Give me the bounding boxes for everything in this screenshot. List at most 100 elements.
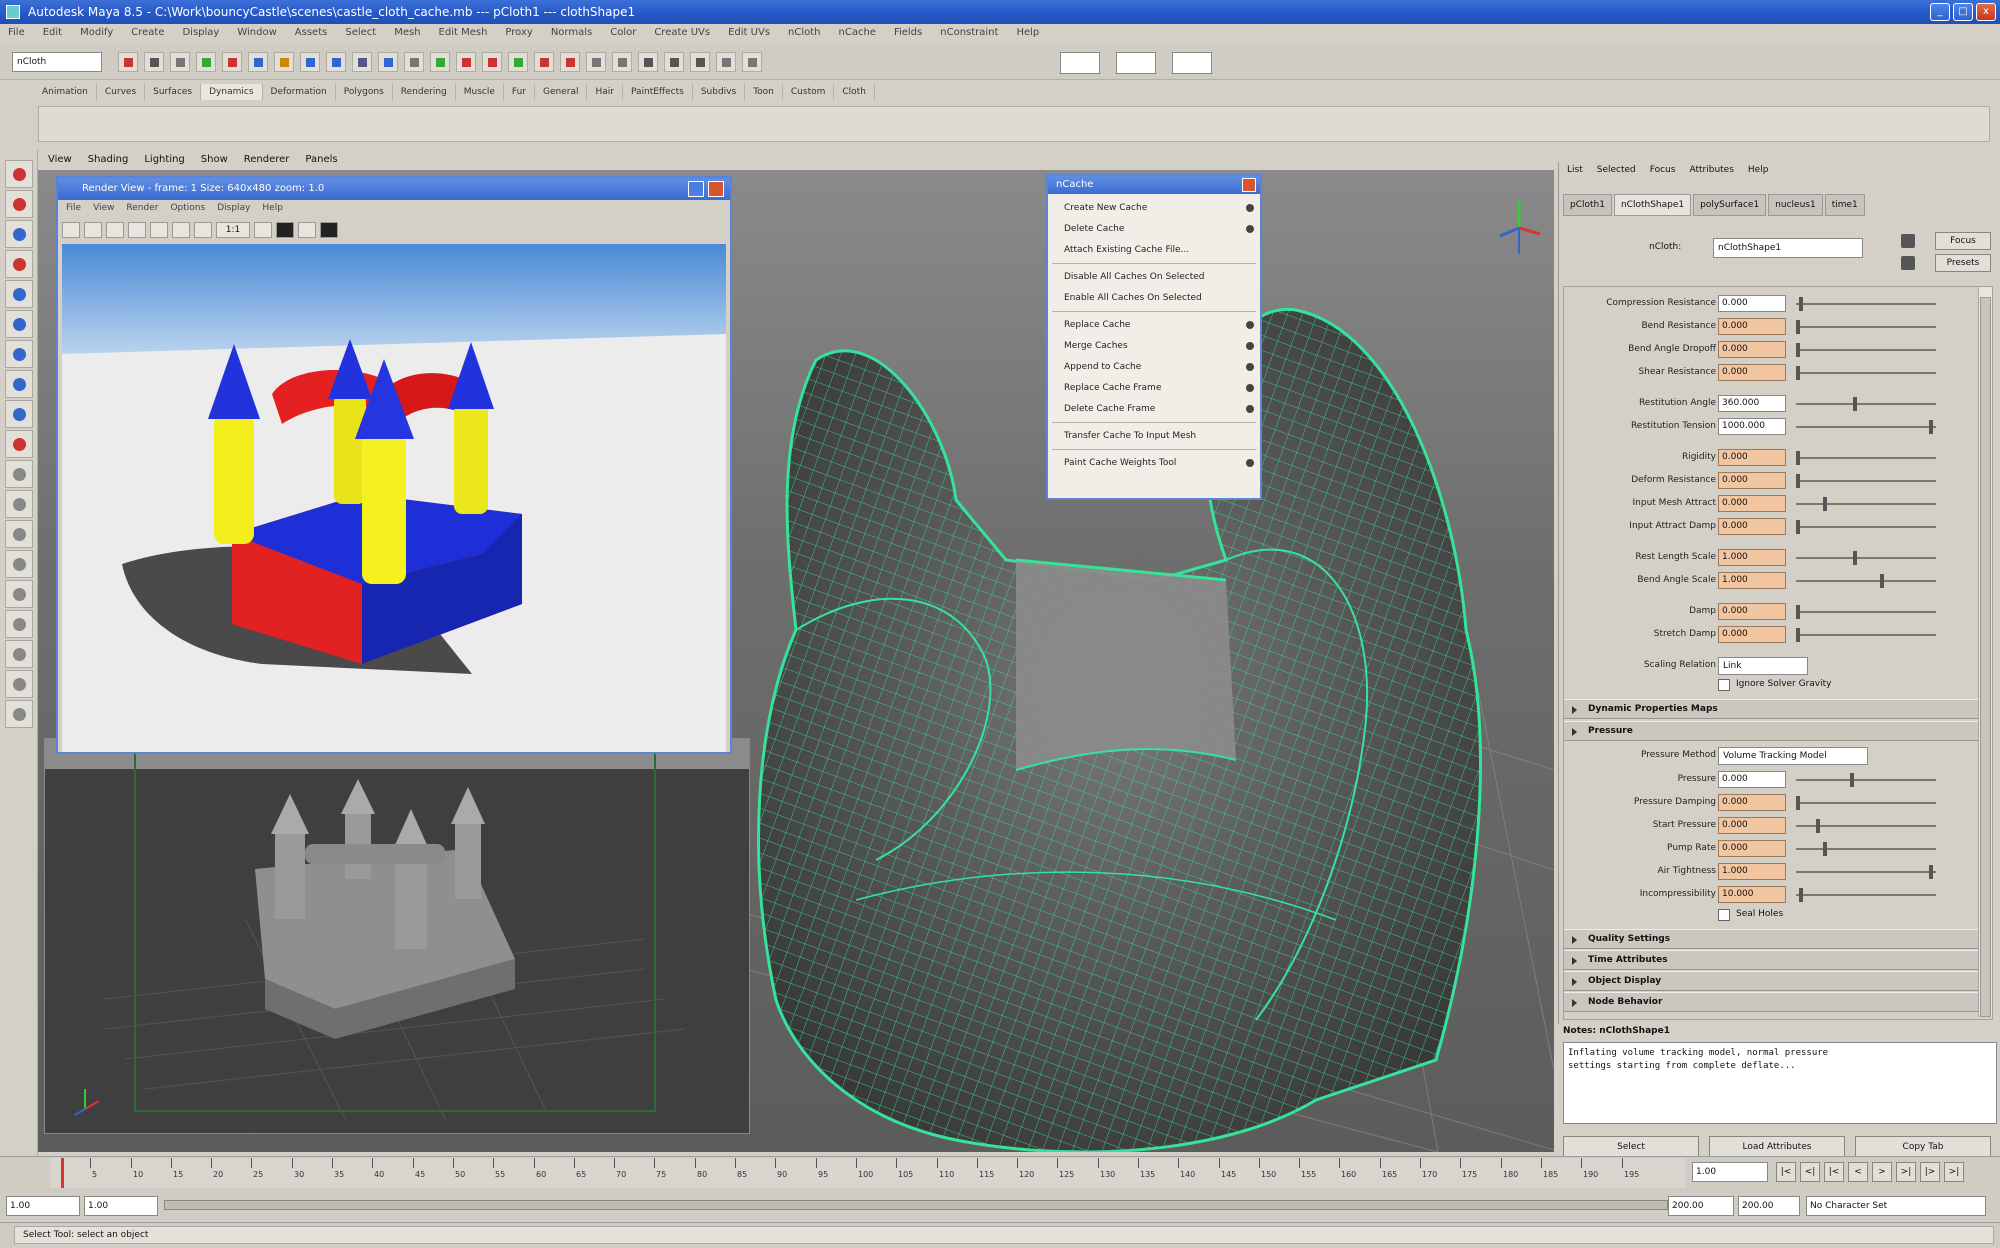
render-view-menu-file[interactable]: File xyxy=(66,200,81,216)
toolbox-tool-7-icon[interactable] xyxy=(5,340,33,368)
playback-start-field[interactable]: 1.00 xyxy=(84,1196,158,1216)
ae-menu-help[interactable]: Help xyxy=(1748,162,1769,178)
menu-create[interactable]: Create xyxy=(131,24,164,42)
status-tool-18-icon[interactable] xyxy=(560,52,580,72)
viewport-menu-panels[interactable]: Panels xyxy=(305,150,337,170)
attr-value-field[interactable]: 0.000 xyxy=(1718,771,1786,788)
render-view-menu-options[interactable]: Options xyxy=(170,200,205,216)
notes-textarea[interactable]: Inflating volume tracking model, normal … xyxy=(1563,1042,1997,1124)
status-tool-19-icon[interactable] xyxy=(586,52,606,72)
ncache-item-11[interactable]: Transfer Cache To Input Mesh xyxy=(1048,426,1260,447)
toolbox-tool-1-icon[interactable] xyxy=(5,160,33,188)
attr-value-field[interactable]: 1.000 xyxy=(1718,572,1786,589)
menu-fields[interactable]: Fields xyxy=(894,24,922,42)
attr-value-field[interactable]: 0.000 xyxy=(1718,295,1786,312)
attr-slider-track[interactable] xyxy=(1796,503,1936,505)
input-field-2[interactable] xyxy=(1116,52,1156,74)
ae-tab-nclothshape1[interactable]: nClothShape1 xyxy=(1613,194,1692,216)
playback-button-3[interactable]: |< xyxy=(1824,1162,1844,1182)
camera-view-panel[interactable] xyxy=(44,738,750,1134)
attr-slider-track[interactable] xyxy=(1796,349,1936,351)
option-box-icon[interactable] xyxy=(1246,204,1254,212)
maximize-button[interactable]: □ xyxy=(1953,3,1973,21)
attribute-scrollbar[interactable] xyxy=(1978,287,1992,1017)
attr-value-field[interactable]: 0.000 xyxy=(1718,318,1786,335)
attr-slider-knob[interactable] xyxy=(1929,865,1934,879)
menu-modify[interactable]: Modify xyxy=(80,24,113,42)
presets-button[interactable]: Presets xyxy=(1935,254,1991,272)
attr-slider-track[interactable] xyxy=(1796,457,1936,459)
option-box-icon[interactable] xyxy=(1246,459,1254,467)
select-node-icon[interactable] xyxy=(1901,234,1915,248)
attr-slider-track[interactable] xyxy=(1796,779,1936,781)
menu-edit-mesh[interactable]: Edit Mesh xyxy=(439,24,488,42)
status-tool-10-icon[interactable] xyxy=(352,52,372,72)
attr-slider-track[interactable] xyxy=(1796,557,1936,559)
attr-value-field[interactable]: 0.000 xyxy=(1718,495,1786,512)
show-node-icon[interactable] xyxy=(1901,256,1915,270)
option-box-icon[interactable] xyxy=(1246,342,1254,350)
alpha-channel-icon[interactable] xyxy=(194,222,212,238)
status-tool-17-icon[interactable] xyxy=(534,52,554,72)
toolbox-tool-13-icon[interactable] xyxy=(5,520,33,548)
attr-slider-track[interactable] xyxy=(1796,326,1936,328)
status-tool-12-icon[interactable] xyxy=(404,52,424,72)
render-view-menu-help[interactable]: Help xyxy=(262,200,283,216)
menu-window[interactable]: Window xyxy=(237,24,276,42)
status-tool-20-icon[interactable] xyxy=(612,52,632,72)
pressure-method-dropdown[interactable]: Volume Tracking Model xyxy=(1718,747,1868,765)
toolbox-tool-11-icon[interactable] xyxy=(5,460,33,488)
current-frame-field[interactable]: 1.00 xyxy=(1692,1162,1768,1182)
attr-value-field[interactable]: 0.000 xyxy=(1718,364,1786,381)
attr-value-field[interactable]: 10.000 xyxy=(1718,886,1786,903)
section-object-display[interactable]: Object Display xyxy=(1564,971,1988,991)
attr-slider-track[interactable] xyxy=(1796,634,1936,636)
ncache-item-6[interactable]: Replace Cache xyxy=(1048,315,1260,336)
option-box-icon[interactable] xyxy=(1246,225,1254,233)
attr-value-field[interactable]: 0.000 xyxy=(1718,518,1786,535)
menu-ncloth[interactable]: nCloth xyxy=(788,24,820,42)
attr-slider-track[interactable] xyxy=(1796,480,1936,482)
attr-value-field[interactable]: 0.000 xyxy=(1718,449,1786,466)
playback-button-8[interactable]: >| xyxy=(1944,1162,1964,1182)
collapse-arrow-icon[interactable] xyxy=(1572,728,1577,736)
toolbox-tool-15-icon[interactable] xyxy=(5,580,33,608)
menu-assets[interactable]: Assets xyxy=(295,24,328,42)
attr-slider-knob[interactable] xyxy=(1823,842,1828,856)
input-field-3[interactable] xyxy=(1172,52,1212,74)
shelf-tab-general[interactable]: General xyxy=(535,84,588,100)
attr-value-field[interactable]: 0.000 xyxy=(1718,840,1786,857)
status-tool-3-icon[interactable] xyxy=(170,52,190,72)
toolbox-tool-4-icon[interactable] xyxy=(5,250,33,278)
menu-ncache[interactable]: nCache xyxy=(839,24,876,42)
render-view-menu-render[interactable]: Render xyxy=(126,200,158,216)
render-view-menu-display[interactable]: Display xyxy=(217,200,250,216)
ncache-item-9[interactable]: Replace Cache Frame xyxy=(1048,378,1260,399)
ncache-menu-close-icon[interactable] xyxy=(1242,178,1256,192)
status-tool-24-icon[interactable] xyxy=(716,52,736,72)
menu-create-uvs[interactable]: Create UVs xyxy=(654,24,710,42)
toolbox-tool-14-icon[interactable] xyxy=(5,550,33,578)
range-slider-bar[interactable] xyxy=(164,1200,1668,1210)
attr-slider-knob[interactable] xyxy=(1798,297,1803,311)
ae-menu-attributes[interactable]: Attributes xyxy=(1689,162,1733,178)
attr-slider-knob[interactable] xyxy=(1853,551,1858,565)
time-ruler[interactable]: 5 10 15 20 25 30 35 40 45 50 55 60 65 70 75 80 85 90 95 100… xyxy=(50,1158,1686,1188)
shelf-tab-muscle[interactable]: Muscle xyxy=(456,84,504,100)
ncache-item-12[interactable]: Paint Cache Weights Tool xyxy=(1048,453,1260,474)
menu-edit-uvs[interactable]: Edit UVs xyxy=(728,24,770,42)
shelf-tab-subdivs[interactable]: Subdivs xyxy=(693,84,746,100)
status-tool-9-icon[interactable] xyxy=(326,52,346,72)
playback-button-2[interactable]: <| xyxy=(1800,1162,1820,1182)
shelf-tab-custom[interactable]: Custom xyxy=(783,84,835,100)
display-alpha-icon[interactable] xyxy=(320,222,338,238)
load-attributes-button[interactable]: Load Attributes xyxy=(1709,1136,1845,1158)
select-button[interactable]: Select xyxy=(1563,1136,1699,1158)
playback-button-4[interactable]: < xyxy=(1848,1162,1868,1182)
status-tool-4-icon[interactable] xyxy=(196,52,216,72)
attr-slider-knob[interactable] xyxy=(1796,451,1800,465)
toolbox-tool-2-icon[interactable] xyxy=(5,190,33,218)
playback-button-6[interactable]: >| xyxy=(1896,1162,1916,1182)
attr-slider-knob[interactable] xyxy=(1796,343,1800,357)
status-tool-23-icon[interactable] xyxy=(690,52,710,72)
